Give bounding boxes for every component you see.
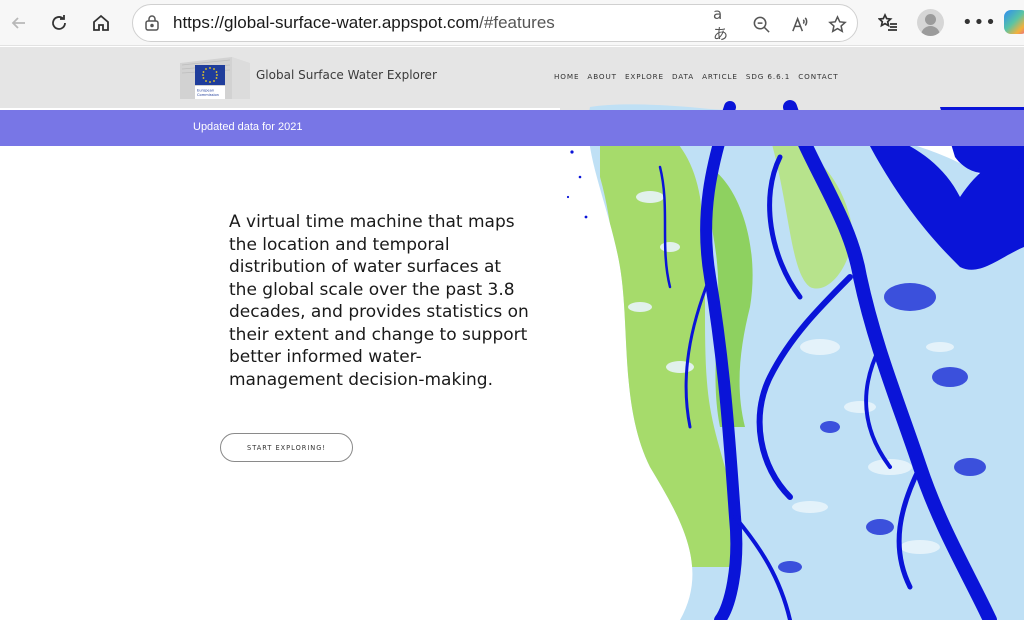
- letter-a-sound-icon: [791, 16, 807, 31]
- update-banner: Updated data for 2021: [0, 110, 1024, 146]
- copilot-icon[interactable]: [1004, 10, 1024, 34]
- refresh-button[interactable]: [44, 8, 74, 38]
- back-arrow-icon: [11, 17, 25, 29]
- banner-text[interactable]: Updated data for 2021: [193, 121, 302, 133]
- avatar-head: [925, 14, 936, 25]
- more-options-icon[interactable]: •••: [962, 12, 997, 33]
- menu-item-contact[interactable]: CONTACT: [798, 72, 838, 81]
- menu-item-article[interactable]: ARTICLE: [702, 72, 738, 81]
- magnifier-minus-icon: [753, 16, 770, 33]
- star-icon: [827, 14, 847, 33]
- start-exploring-button[interactable]: START EXPLORING!: [220, 433, 353, 462]
- read-aloud-translate-icon[interactable]: aあ: [713, 5, 735, 43]
- menu-item-about[interactable]: ABOUT: [587, 72, 617, 81]
- url-path: /#features: [479, 13, 555, 32]
- profile-avatar[interactable]: [917, 9, 944, 36]
- main-menu: HOME ABOUT EXPLORE DATA ARTICLE SDG 6.6.…: [554, 72, 839, 81]
- lock-icon: [145, 15, 159, 31]
- url-text: https://global-surface-water.appspot.com…: [173, 13, 555, 33]
- menu-item-data[interactable]: DATA: [672, 72, 694, 81]
- url-host: https://global-surface-water.appspot.com: [173, 13, 480, 32]
- menu-item-sdg[interactable]: SDG 6.6.1: [746, 72, 790, 81]
- menu-item-explore[interactable]: EXPLORE: [625, 72, 664, 81]
- browser-toolbar: https://global-surface-water.appspot.com…: [0, 0, 1024, 46]
- zoom-icon[interactable]: [750, 13, 772, 35]
- site-nav-layer: HOME ABOUT EXPLORE DATA ARTICLE SDG 6.6.…: [0, 47, 1024, 108]
- favorite-star-icon[interactable]: [826, 13, 848, 35]
- refresh-icon: [52, 15, 66, 30]
- read-aloud-translate-label: aあ: [713, 4, 729, 43]
- home-button[interactable]: [86, 8, 116, 38]
- menu-item-home[interactable]: HOME: [554, 72, 579, 81]
- favorites-list-icon: [878, 13, 897, 31]
- avatar-body: [921, 26, 940, 36]
- home-icon: [93, 14, 109, 31]
- favorites-button[interactable]: [874, 9, 902, 37]
- address-bar[interactable]: https://global-surface-water.appspot.com…: [132, 4, 858, 43]
- read-aloud-icon[interactable]: [788, 13, 810, 35]
- back-button[interactable]: [4, 8, 34, 38]
- hero-description: A virtual time machine that maps the loc…: [229, 212, 529, 390]
